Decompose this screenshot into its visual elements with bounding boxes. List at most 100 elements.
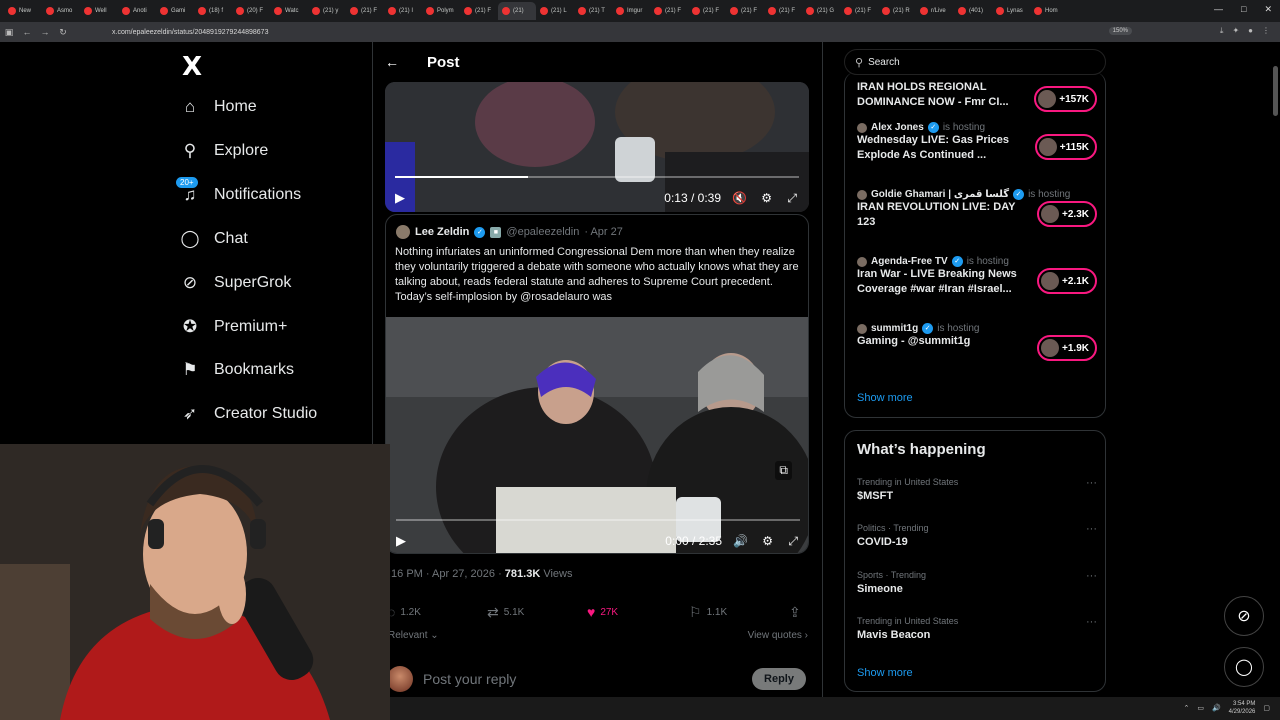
browser-tab[interactable]: (21) L xyxy=(536,2,574,20)
nav-item-explore[interactable]: ⚲ Explore xyxy=(180,141,268,161)
browser-tab[interactable]: Imgur xyxy=(612,2,650,20)
nav-item-bookmarks[interactable]: ⚑ Bookmarks xyxy=(180,360,294,380)
browser-tab[interactable]: (21) F xyxy=(650,2,688,20)
browser-tab[interactable]: (21) F xyxy=(346,2,384,20)
browser-tab[interactable]: Lynas xyxy=(992,2,1030,20)
bookmark-button[interactable]: ⚐ 1.1K xyxy=(689,604,727,621)
browser-tab[interactable]: (21) G xyxy=(802,2,840,20)
page-scrollbar[interactable] xyxy=(1273,66,1278,116)
browser-tab[interactable]: (21) F xyxy=(840,2,878,20)
reply-submit-button[interactable]: Reply xyxy=(752,668,806,690)
browser-back-icon[interactable]: ← xyxy=(18,27,36,37)
space-item[interactable]: IRAN HOLDS REGIONAL DOMINANCE NOW - Fmr … xyxy=(857,80,1097,112)
trend-item[interactable]: Sports · Trending Simeone ··· xyxy=(857,570,1097,595)
browser-tab[interactable]: (21) xyxy=(498,2,536,20)
browser-tab[interactable]: (21) F xyxy=(764,2,802,20)
browser-tab[interactable]: (401) xyxy=(954,2,992,20)
volume-icon[interactable]: 🔊 xyxy=(733,534,748,548)
space-item[interactable]: Agenda-Free TV ✓ is hosting Iran War - LIV… xyxy=(857,256,1097,297)
reload-icon[interactable]: ↻ xyxy=(54,27,72,38)
show-more-link[interactable]: Show more xyxy=(857,392,913,404)
back-arrow-icon[interactable]: ← xyxy=(385,54,399,70)
volume-icon[interactable]: 🔊 xyxy=(1212,704,1221,712)
nav-item-chat[interactable]: ◯ Chat xyxy=(180,229,247,249)
search-input[interactable]: ⚲ Search xyxy=(844,49,1106,75)
chevron-up-icon[interactable]: ⌃ xyxy=(1183,704,1189,712)
browser-tab[interactable]: Polym xyxy=(422,2,460,20)
profile-icon[interactable]: ● xyxy=(1248,26,1253,36)
fullscreen-icon[interactable]: ⤢ xyxy=(788,534,798,549)
video-progress-bar[interactable] xyxy=(396,519,800,521)
browser-forward-icon[interactable]: → xyxy=(36,27,54,37)
nav-item-home[interactable]: ⌂ Home xyxy=(180,97,257,117)
browser-tab[interactable]: (20) F xyxy=(232,2,270,20)
share-button[interactable]: ⇪ xyxy=(789,604,801,621)
view-quotes-link[interactable]: View quotes › xyxy=(748,630,808,641)
more-options-icon[interactable]: ··· xyxy=(1086,616,1097,628)
browser-tab[interactable]: (21) F xyxy=(688,2,726,20)
space-item[interactable]: Alex Jones ✓ is hosting Wednesday LIVE: Ga… xyxy=(857,122,1097,163)
settings-gear-icon[interactable]: ⚙ xyxy=(761,191,772,205)
browser-tab[interactable]: (21) F xyxy=(460,2,498,20)
minimize-icon[interactable]: — xyxy=(1214,4,1223,15)
trend-item[interactable]: Trending in United States $MSFT ··· xyxy=(857,477,1097,502)
picture-in-picture-icon[interactable]: ⧉ xyxy=(775,461,792,480)
url-field[interactable]: x.com/epaleezeldin/status/20489192792448… xyxy=(112,29,268,36)
nav-item-creator-studio[interactable]: ➶ Creator Studio xyxy=(180,404,317,424)
browser-tab[interactable]: Anoti xyxy=(118,2,156,20)
browser-tab[interactable]: Hom xyxy=(1030,2,1068,20)
notification-icon[interactable]: ▢ xyxy=(1263,704,1270,712)
browser-tab[interactable]: Watc xyxy=(270,2,308,20)
settings-gear-icon[interactable]: ⚙ xyxy=(762,534,773,548)
grok-float-button[interactable]: ⊘ xyxy=(1224,596,1264,636)
space-item[interactable]: summit1g ✓ is hosting Gaming - @summit1g +… xyxy=(857,323,1097,361)
nav-item-notifications[interactable]: ♫ 20+ Notifications xyxy=(176,177,301,205)
nav-item-supergrok[interactable]: ⊘ SuperGrok xyxy=(180,273,292,293)
browser-tab[interactable]: Gami xyxy=(156,2,194,20)
post-timestamp[interactable]: :16 PM · Apr 27, 2026 · xyxy=(388,568,505,580)
video-progress-bar[interactable] xyxy=(395,176,799,178)
sidebar-toggle-icon[interactable]: ▣ xyxy=(0,27,18,38)
browser-tab[interactable]: Well xyxy=(80,2,118,20)
fullscreen-icon[interactable]: ⤢ xyxy=(787,191,797,206)
download-icon[interactable]: ⤓ xyxy=(1220,26,1224,36)
trend-item[interactable]: Politics · Trending COVID-19 ··· xyxy=(857,523,1097,548)
close-icon[interactable]: ✕ xyxy=(1264,4,1272,15)
browser-tab[interactable]: (21) R xyxy=(878,2,916,20)
extensions-icon[interactable]: ✦ xyxy=(1232,26,1239,36)
avatar[interactable] xyxy=(396,225,410,239)
author-handle[interactable]: @epaleezeldin xyxy=(506,226,579,238)
play-icon[interactable]: ▶ xyxy=(396,533,406,549)
browser-tab[interactable]: r/Live xyxy=(916,2,954,20)
more-options-icon[interactable]: ··· xyxy=(1086,570,1097,582)
like-button[interactable]: ♥ 27K xyxy=(587,604,618,620)
browser-tab[interactable]: (21) T xyxy=(574,2,612,20)
network-icon[interactable]: ▭ xyxy=(1197,704,1204,712)
menu-icon[interactable]: ⋮ xyxy=(1262,26,1270,36)
reply-button[interactable]: ◌ 1.2K xyxy=(387,604,421,620)
zoom-badge[interactable]: 150% xyxy=(1108,27,1132,35)
reply-input[interactable]: Post your reply xyxy=(423,671,516,687)
show-more-link[interactable]: Show more xyxy=(857,667,913,679)
repost-button[interactable]: ⇄ 5.1K xyxy=(487,604,524,621)
messages-float-button[interactable]: ◯ xyxy=(1224,647,1264,687)
browser-tab[interactable]: (21) I xyxy=(384,2,422,20)
clock[interactable]: 3:54 PM 4/29/2026 xyxy=(1229,700,1256,716)
quoted-post[interactable]: Lee Zeldin ✓ ■ @epaleezeldin · Apr 27 No… xyxy=(385,214,809,554)
browser-tab[interactable]: (21) F xyxy=(726,2,764,20)
browser-tab[interactable]: Asmo xyxy=(42,2,80,20)
nav-item-premium[interactable]: ✪ Premium+ xyxy=(180,317,287,337)
mute-icon[interactable]: 🔇 xyxy=(732,191,747,205)
maximize-icon[interactable]: □ xyxy=(1241,4,1246,15)
more-options-icon[interactable]: ··· xyxy=(1086,523,1097,535)
video-player-1[interactable]: ▶ 0:13 / 0:39 🔇 ⚙ ⤢ xyxy=(385,82,809,212)
video-player-2[interactable]: ⧉ ▶ 0:00 / 2:35 🔊 ⚙ ⤢ xyxy=(386,317,808,553)
reply-sort-dropdown[interactable]: Relevant ⌄ xyxy=(388,630,439,641)
author-name[interactable]: Lee Zeldin xyxy=(415,226,469,238)
browser-tab[interactable]: New xyxy=(4,2,42,20)
browser-tab[interactable]: (21) y xyxy=(308,2,346,20)
space-item[interactable]: Goldie Ghamari | گلسا قمری ✓ is hosting IR… xyxy=(857,189,1097,230)
browser-tab[interactable]: (18) f xyxy=(194,2,232,20)
trend-item[interactable]: Trending in United States Mavis Beacon ·… xyxy=(857,616,1097,641)
more-options-icon[interactable]: ··· xyxy=(1086,477,1097,489)
